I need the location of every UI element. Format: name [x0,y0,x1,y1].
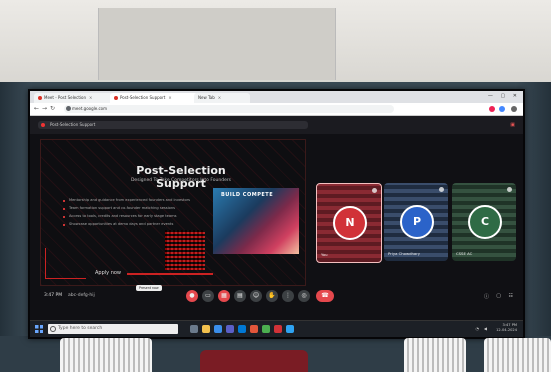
chair-back [484,338,551,372]
volume-icon[interactable]: ◀ [484,326,487,331]
reload-icon[interactable]: ↻ [50,105,55,112]
slide-image-label: BUILD COMPETE [221,192,274,198]
ceiling-panel [98,8,336,80]
close-icon[interactable]: × [168,95,171,100]
slide-bullet: Team formation support and co-founder ma… [63,206,205,211]
url-field[interactable]: meet.google.com [64,105,394,113]
close-icon[interactable]: × [218,95,221,100]
apply-link-underline [127,273,213,275]
present-icon[interactable]: ▤ [234,290,246,302]
meeting-code: abc-defg-hij [68,293,95,298]
participant-name: You [321,252,328,257]
slide-title: Post-Selection Support [136,164,226,190]
window-controls[interactable]: — ▢ ✕ [488,93,520,99]
teams-icon[interactable] [226,325,234,333]
windows-taskbar: Type here to search ◔ ◀ 3:47 PM 12-04-20… [30,320,523,337]
site-info-icon[interactable] [66,106,71,111]
store-icon[interactable] [238,325,246,333]
task-view-icon[interactable] [190,325,198,333]
participant-tile[interactable]: C CSSE AC [452,183,516,261]
extension-icon[interactable] [489,106,495,112]
presentation-slide: Post-Selection Support Designed To Take … [40,139,306,286]
network-icon[interactable]: ◔ [476,326,480,331]
slide-subtitle: Designed To Take Competitors Into Founde… [130,178,232,183]
chat-icon[interactable]: ▢ [496,293,501,299]
participant-tile-self[interactable]: N You [316,183,382,263]
browser-tab-bar: Meet - Post Selection × Post-Selection Su… [30,91,523,103]
slide-bullet: Showcase opportunities at demo days and … [63,222,205,227]
slide-bullet-list: Mentorship and guidance from experienced… [63,198,205,230]
taskbar-search-input[interactable]: Type here to search [48,324,178,334]
extension-icon[interactable] [499,106,505,112]
reactions-icon[interactable]: ☺ [250,290,262,302]
browser-tab-active[interactable]: Post-Selection Support × [110,93,198,103]
more-options-icon[interactable] [372,188,377,193]
more-options-icon[interactable] [507,187,512,192]
office-icon[interactable] [250,325,258,333]
more-options-icon[interactable] [439,187,444,192]
participant-name: CSSE AC [456,251,473,256]
display-screen: Meet - Post Selection × Post-Selection Su… [28,89,525,339]
camera-icon[interactable]: ▭ [202,290,214,302]
info-icon[interactable]: ⓘ [484,293,489,300]
qr-code [165,230,205,270]
close-icon[interactable]: × [89,95,92,100]
edge-icon[interactable] [214,325,222,333]
chrome-icon[interactable] [262,325,270,333]
profile-icon[interactable] [511,106,517,112]
more-options-icon[interactable]: ⋮ [282,290,294,302]
system-clock[interactable]: 3:47 PM 12-04-2024 [496,323,517,333]
address-bar: ← → ↻ meet.google.com [30,103,523,116]
meet-control-bar: 3:47 PM abc-defg-hij ● ▭ ▦ ▤ ☺ ✋ ⋮ ◎ ☎ ⓘ… [30,287,523,305]
people-icon[interactable]: ▣ [510,122,515,128]
forward-arrow-icon[interactable]: → [42,105,47,112]
chair-back [404,338,466,372]
search-icon [50,326,56,332]
slide-bullet: Access to tools, credits and resources f… [63,214,205,219]
tab-favicon-icon [38,96,42,100]
ceiling [0,0,551,82]
slide-bullet: Mentorship and guidance from experienced… [63,198,205,203]
app-icon[interactable] [274,325,282,333]
avatar: N [333,206,367,240]
chair-back [60,338,152,372]
file-explorer-icon[interactable] [202,325,210,333]
apply-text: Apply now [95,270,122,276]
activities-icon[interactable]: ◎ [298,290,310,302]
red-chair-back [200,350,308,372]
slide-corner-decoration [45,248,86,279]
meeting-time: 3:47 PM [44,293,63,298]
windows-start-icon[interactable] [35,325,43,333]
raise-hand-icon[interactable]: ✋ [266,290,278,302]
captions-icon[interactable]: ▦ [218,290,230,302]
avatar: C [468,205,502,239]
browser-tab[interactable]: Meet - Post Selection × [34,93,114,103]
meeting-title: Post-Selection Support [38,121,308,129]
avatar: P [400,205,434,239]
mic-icon[interactable]: ● [186,290,198,302]
meet-header: Post-Selection Support ▣ [30,116,523,134]
browser-tab[interactable]: New Tab × [194,93,250,103]
hangup-icon[interactable]: ☎ [316,290,334,302]
people-icon[interactable]: ☷ [509,293,513,299]
record-indicator-icon [41,123,45,127]
tab-favicon-icon [114,96,118,100]
back-arrow-icon[interactable]: ← [34,105,39,112]
participant-name: Priya Chowdhary [388,251,421,256]
participant-tile[interactable]: P Priya Chowdhary [384,183,448,261]
app-icon[interactable] [286,325,294,333]
